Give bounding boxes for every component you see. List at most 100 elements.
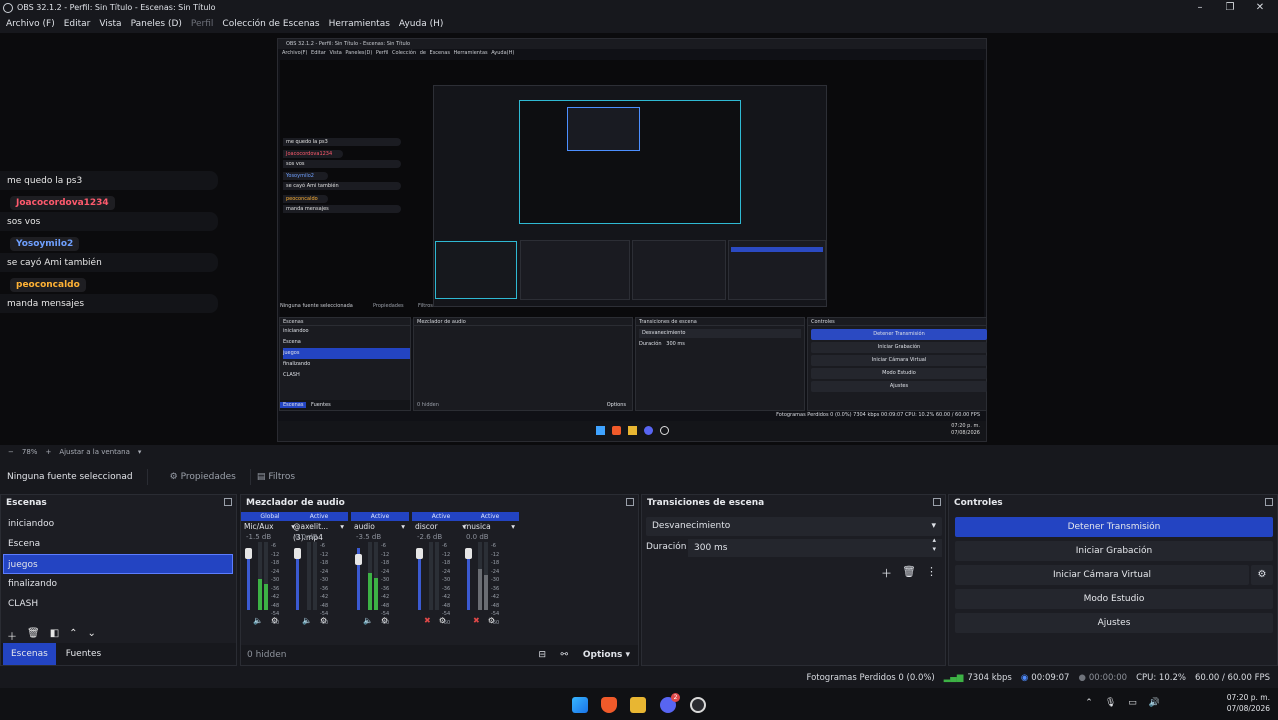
trash-icon[interactable]: 🗑 xyxy=(902,565,916,581)
filter-icon[interactable]: ◧ xyxy=(50,628,59,643)
undock-icon[interactable] xyxy=(1265,498,1273,506)
volume-icon[interactable]: 🔊 xyxy=(1149,698,1160,708)
discord-badge: 2 xyxy=(671,693,680,702)
scene-item-selected[interactable]: juegos xyxy=(3,554,233,574)
bitrate: 7304 kbps xyxy=(967,673,1012,683)
level-fill xyxy=(478,569,482,610)
title-bar: OBS 32.1.2 - Perfil: Sin Título - Escena… xyxy=(0,0,1278,15)
nested-filters: Filtros xyxy=(418,303,433,309)
nested-clock: 07:20 p. m. 07/08/2026 xyxy=(951,423,980,436)
file-explorer-icon[interactable] xyxy=(630,697,646,713)
add-icon[interactable]: ＋ xyxy=(7,628,17,643)
clock[interactable]: 07:20 p. m. 07/08/2026 xyxy=(1227,692,1270,714)
tab-sources[interactable]: Fuentes xyxy=(58,643,109,665)
virtual-camera-button[interactable]: Iniciar Cámara Virtual xyxy=(955,565,1249,585)
channel-controls: 🔈 ⚙ xyxy=(290,616,348,625)
zoom-out-button[interactable]: − xyxy=(8,448,14,456)
fit-label[interactable]: Ajustar a la ventana xyxy=(59,448,130,456)
speaker-icon[interactable]: ✖ xyxy=(424,616,431,625)
level-meter-right xyxy=(264,542,268,610)
undock-icon[interactable] xyxy=(626,498,634,506)
link-icon[interactable]: ⚯ xyxy=(560,650,568,660)
scene-item[interactable]: iniciandoo xyxy=(1,514,236,534)
gear-icon[interactable]: ⚙ xyxy=(1251,565,1273,585)
gear-icon: ⚙ xyxy=(169,472,178,482)
source-context-bar: Ninguna fuente seleccionad ⚙ Propiedades … xyxy=(0,465,1278,489)
chat-message: manda mensajes xyxy=(0,294,218,313)
duration-input[interactable]: 300 ms ▴ ▾ xyxy=(688,536,942,557)
spinner-icon[interactable]: ▴ ▾ xyxy=(932,536,936,554)
layout-icon[interactable]: ⊟ xyxy=(538,650,546,660)
scene-item[interactable]: finalizando xyxy=(1,574,236,594)
fader-knob[interactable] xyxy=(465,548,472,559)
more-vertical-icon[interactable]: ⋮ xyxy=(926,565,937,581)
minimize-icon[interactable]: – xyxy=(1185,0,1215,15)
mixer-options-button[interactable]: Options ▾ xyxy=(583,650,630,660)
preview-canvas[interactable]: me quedo la ps3 Joacocordova1234 sos vos… xyxy=(0,33,1278,445)
dock-tabs: Escenas Fuentes xyxy=(1,643,236,665)
undock-icon[interactable] xyxy=(224,498,232,506)
zoom-level: 78% xyxy=(21,448,38,456)
menu-coleccion[interactable]: Colección de Escenas xyxy=(222,19,319,29)
fader-knob[interactable] xyxy=(355,554,362,565)
scene-item[interactable]: CLASH xyxy=(1,594,236,614)
nested-obs-capture: OBS 32.1.2 - Perfil: Sin Título - Escena… xyxy=(277,38,987,442)
menu-paneles[interactable]: Paneles (D) xyxy=(131,19,182,29)
channel-name[interactable]: @axelit...(3).mp4 ▾ xyxy=(290,521,348,542)
close-icon[interactable]: ✕ xyxy=(1245,0,1275,15)
settings-button[interactable]: Ajustes xyxy=(955,613,1273,633)
properties-button[interactable]: ⚙ Propiedades xyxy=(170,472,236,482)
nested-windows-icon xyxy=(596,426,605,435)
menu-archivo[interactable]: Archivo (F) xyxy=(6,19,55,29)
meter-ticks: -6 -12 -18 -24 -30 -36 -42 -48 -54 -60 xyxy=(491,543,500,626)
clock-date: 07/08/2026 xyxy=(1226,704,1270,713)
chevron-up-icon[interactable]: ⌃ xyxy=(1085,698,1093,708)
menu-herramientas[interactable]: Herramientas xyxy=(329,19,390,29)
chat-message: me quedo la ps3 xyxy=(0,171,218,190)
nested-menu: Archivo(F) Editar Vista Paneles(D) Perfi… xyxy=(282,50,515,56)
menu-vista[interactable]: Vista xyxy=(99,19,121,29)
studio-mode-button[interactable]: Modo Estudio xyxy=(955,589,1273,609)
nested-controls-dock: Controles Detener Transmisión Iniciar Gr… xyxy=(807,317,987,411)
audio-mixer-dock: Mezclador de audio Global Mic/Aux ▾ -1.5 dB… xyxy=(240,494,639,666)
menu-editar[interactable]: Editar xyxy=(64,19,91,29)
channel-name[interactable]: musica ▾ xyxy=(461,521,519,532)
scene-item[interactable]: Escena xyxy=(1,534,236,554)
menu-ayuda[interactable]: Ayuda (H) xyxy=(399,19,443,29)
transition-select[interactable]: Desvanecimiento ▾ xyxy=(646,517,942,536)
chevron-up-icon[interactable]: ⌃ xyxy=(69,628,77,643)
meter-ticks: -6 -12 -18 -24 -30 -36 -42 -48 -54 -60 xyxy=(381,543,390,626)
speaker-icon[interactable]: 🔈 xyxy=(302,616,312,625)
add-icon[interactable]: ＋ xyxy=(881,565,892,581)
obs-icon[interactable] xyxy=(690,697,706,713)
level-meter-left xyxy=(258,542,262,610)
start-recording-button[interactable]: Iniciar Grabación xyxy=(955,541,1273,561)
network-icon[interactable]: ▭ xyxy=(1128,698,1137,708)
chevron-down-icon[interactable]: ⌄ xyxy=(88,628,96,643)
brave-browser-icon[interactable] xyxy=(601,697,617,713)
speaker-icon[interactable]: 🔈 xyxy=(363,616,373,625)
mixer-channel: Active musica ▾ 0.0 dB -6 -12 -18 -24 -30 -36 -42-… xyxy=(461,512,519,632)
fader-knob[interactable] xyxy=(416,548,423,559)
speaker-icon[interactable]: ✖ xyxy=(473,616,480,625)
undock-icon[interactable] xyxy=(933,498,941,506)
windows-start-icon[interactable] xyxy=(572,697,588,713)
mixer-header: Mezclador de audio xyxy=(241,495,638,511)
fader-knob[interactable] xyxy=(245,548,252,559)
chevron-down-icon[interactable]: ▾ xyxy=(138,448,142,456)
trash-icon[interactable]: 🗑 xyxy=(27,628,40,643)
channel-name[interactable]: audio ▾ xyxy=(351,521,409,532)
stream-time: 00:09:07 xyxy=(1031,673,1070,683)
speaker-icon[interactable]: 🔈 xyxy=(253,616,263,625)
status-bar: Fotogramas Perdidos 0 (0.0%) ▂▄▆ 7304 kb… xyxy=(0,668,1278,688)
zoom-in-button[interactable]: + xyxy=(45,448,51,456)
maximize-icon[interactable]: ❐ xyxy=(1215,0,1245,15)
transition-toolbar: ＋ 🗑 ⋮ xyxy=(881,565,937,581)
stop-stream-button[interactable]: Detener Transmisión xyxy=(955,517,1273,537)
fader-knob[interactable] xyxy=(294,548,301,559)
level-meter-left xyxy=(307,542,311,610)
microphone-icon[interactable]: 🎙 xyxy=(1105,698,1116,708)
tab-scenes[interactable]: Escenas xyxy=(3,643,56,665)
menu-perfil[interactable]: Perfil xyxy=(191,19,214,29)
filters-button[interactable]: ▤ Filtros xyxy=(257,472,295,482)
